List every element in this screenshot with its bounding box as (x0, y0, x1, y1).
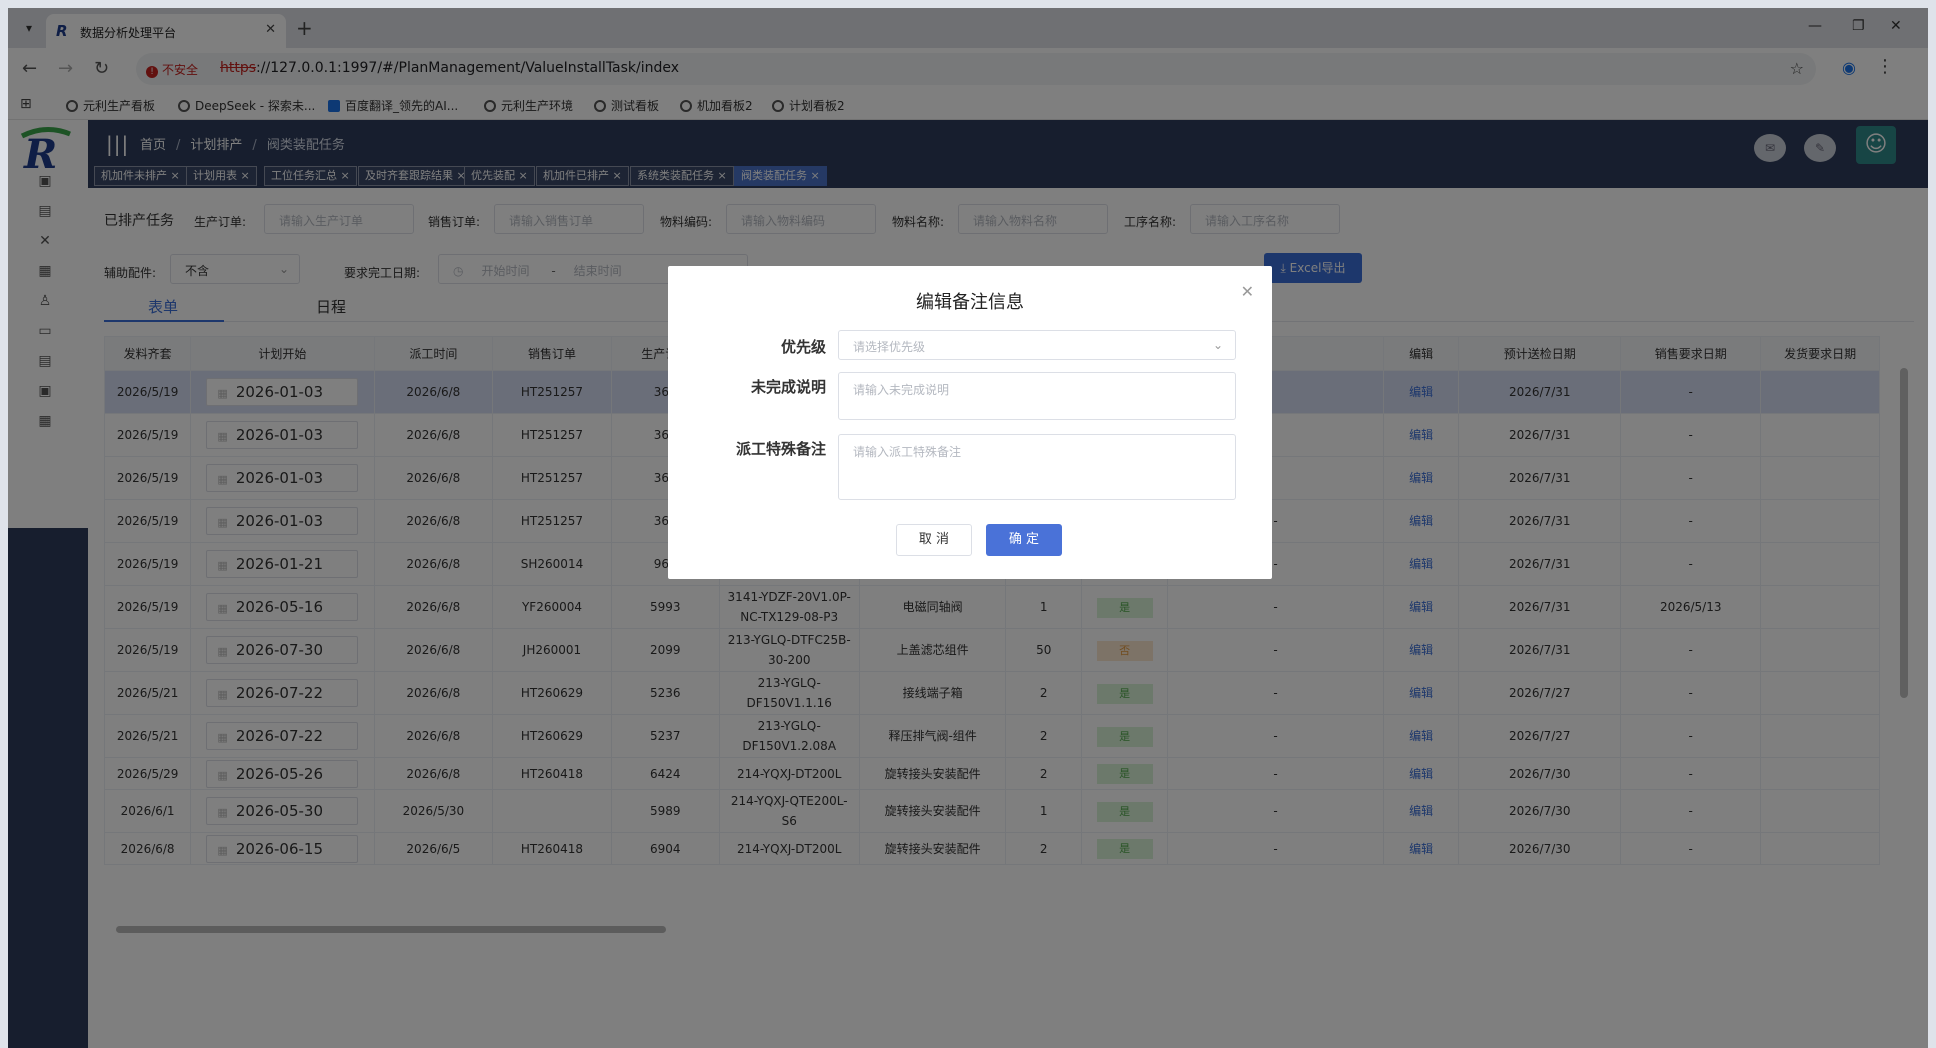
priority-placeholder: 请选择优先级 (853, 340, 926, 354)
priority-label: 优先级 (780, 338, 826, 356)
close-icon[interactable]: ✕ (1241, 282, 1254, 301)
dialog-title: 编辑备注信息 (916, 292, 1024, 313)
chevron-down-icon: ⌄ (1212, 338, 1223, 352)
browser-window: ▾ R 数据分析处理平台 ✕ + — ❐ ✕ ← → ↻ !不安全 https:… (8, 8, 1928, 1048)
unfinished-textarea[interactable]: 请输入未完成说明 (838, 372, 1236, 420)
edit-remark-dialog: 编辑备注信息 ✕ 优先级 请选择优先级 ⌄ 未完成说明 请输入未完成说明 派工特殊… (668, 266, 1272, 579)
dispatch-remark-label: 派工特殊备注 (735, 440, 826, 458)
priority-select[interactable]: 请选择优先级 ⌄ (838, 330, 1236, 360)
dispatch-remark-textarea[interactable]: 请输入派工特殊备注 (838, 434, 1236, 500)
cancel-button[interactable]: 取 消 (896, 524, 972, 556)
confirm-button[interactable]: 确 定 (986, 524, 1062, 556)
unfinished-label: 未完成说明 (750, 378, 826, 396)
